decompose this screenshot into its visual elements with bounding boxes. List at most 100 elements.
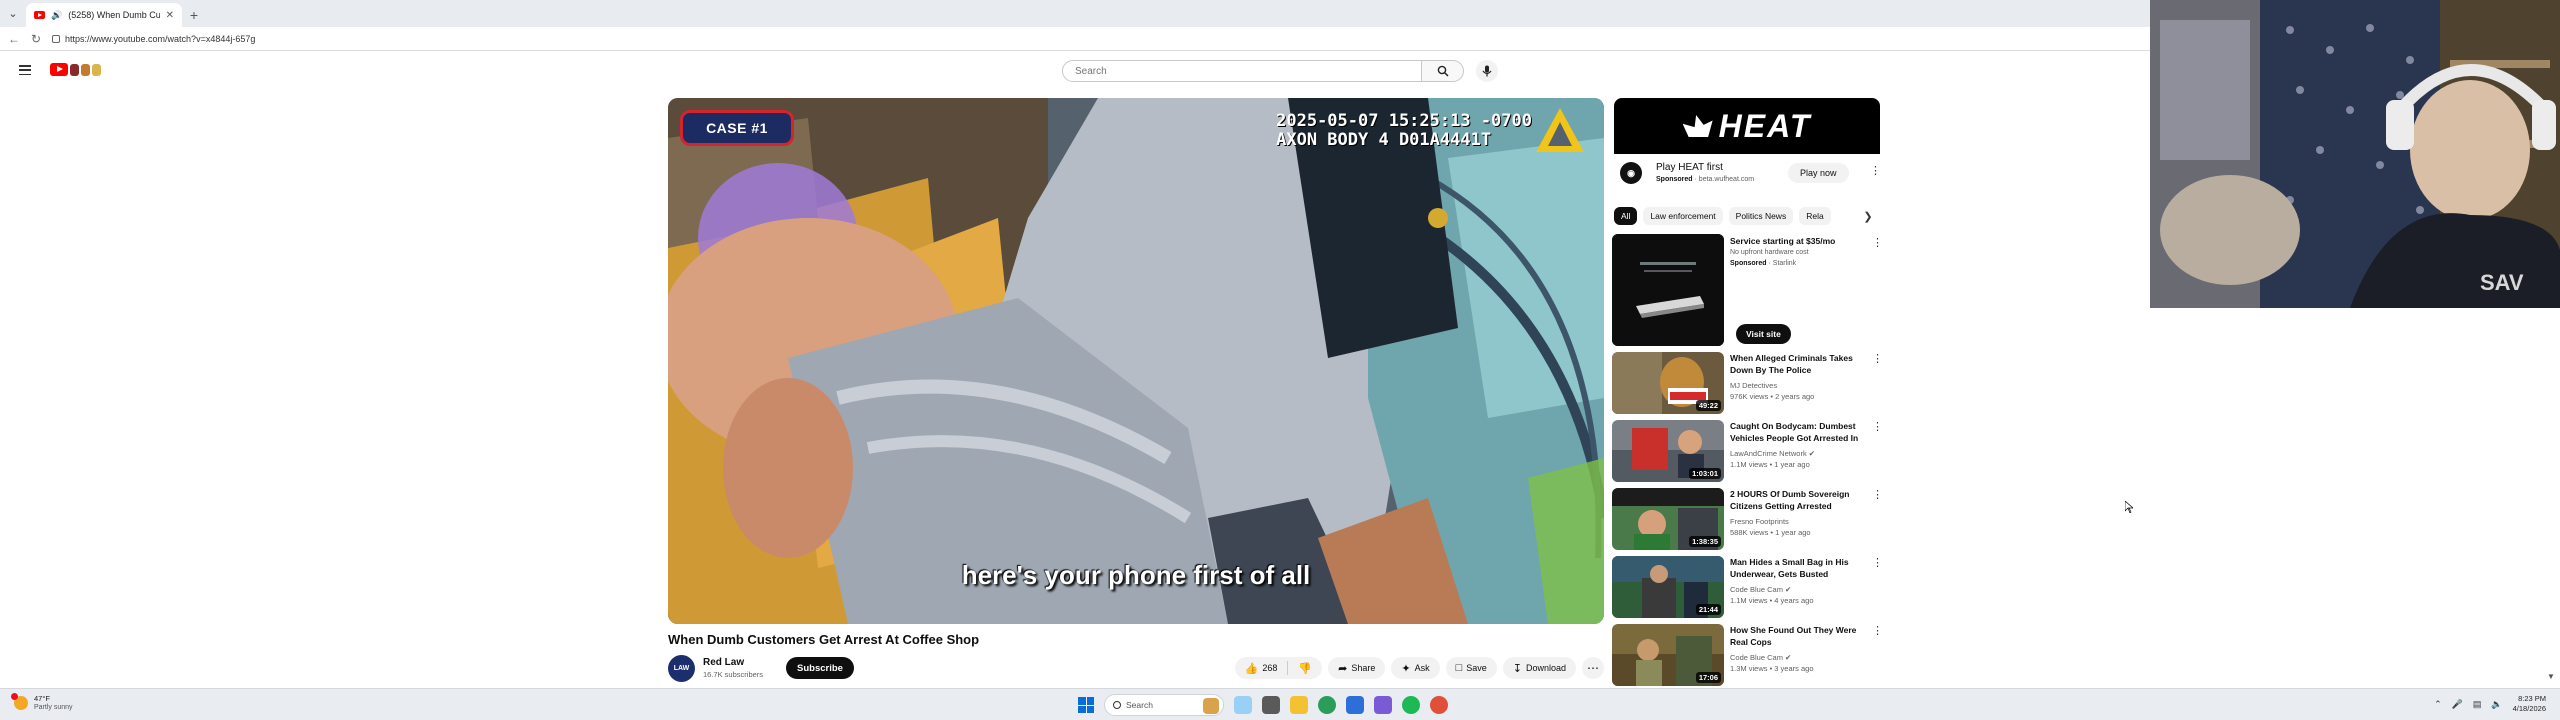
url-field[interactable]: https://www.youtube.com/watch?v=x4844j-6…: [52, 34, 255, 44]
tab-list-chevron-icon[interactable]: ⌄: [0, 0, 26, 27]
chip-all[interactable]: All: [1614, 207, 1638, 225]
more-icon[interactable]: ⋮: [1872, 488, 1883, 501]
channel-avatar[interactable]: LAW: [668, 655, 695, 682]
network-icon[interactable]: ▤: [2473, 699, 2482, 710]
download-label: Download: [1525, 663, 1566, 673]
task-view-icon[interactable]: [1262, 696, 1280, 714]
ad-more-icon[interactable]: ⋮: [1870, 164, 1881, 177]
more-icon[interactable]: ⋮: [1872, 624, 1883, 637]
taskbar-clock[interactable]: 8:23 PM 4/18/2026: [2513, 694, 2546, 714]
discord-icon[interactable]: [1374, 696, 1392, 714]
close-tab-icon[interactable]: ✕: [166, 10, 174, 21]
download-button[interactable]: ↧ Download: [1502, 657, 1576, 679]
chip-law-enforcement[interactable]: Law enforcement: [1643, 207, 1723, 225]
video-title[interactable]: Caught On Bodycam: Dumbest Vehicles Peop…: [1730, 420, 1870, 444]
weather-temp: 47°F: [34, 694, 50, 703]
copilot-icon[interactable]: [1234, 696, 1252, 714]
promo-more-icon[interactable]: ⋮: [1872, 236, 1883, 249]
microsoft-store-icon[interactable]: [1346, 696, 1364, 714]
spotify-icon[interactable]: [1402, 696, 1420, 714]
video-actions: 👍 268 👎 ➦ Share ✦ Ask □ Save ↧ Download …: [1234, 657, 1604, 679]
menu-icon[interactable]: [19, 65, 31, 75]
sparkle-icon: ✦: [1401, 662, 1411, 675]
promoted-item[interactable]: Service starting at $35/mo No upfront ha…: [1612, 234, 1883, 346]
play-now-button[interactable]: Play now: [1788, 163, 1849, 183]
axon-logo-icon: [1536, 108, 1584, 152]
tab-youtube[interactable]: 🔊 (5258) When Dumb Custome ✕: [26, 3, 182, 27]
list-item[interactable]: 1:38:35 2 HOURS Of Dumb Sovereign Citize…: [1612, 488, 1883, 550]
visit-site-button[interactable]: Visit site: [1736, 324, 1791, 344]
advertiser-avatar[interactable]: ◉: [1620, 162, 1642, 184]
video-thumbnail[interactable]: 17:06: [1612, 624, 1724, 686]
chevron-right-icon[interactable]: ❯: [1860, 208, 1876, 224]
video-player[interactable]: CASE #1 2025-05-07 15:25:13 -0700 AXON B…: [668, 98, 1604, 624]
file-explorer-icon[interactable]: [1290, 696, 1308, 714]
volume-icon[interactable]: 🔈: [2491, 699, 2502, 710]
channel-name[interactable]: Fresno Footprints: [1730, 517, 1789, 526]
taskbar-search-label: Search: [1126, 700, 1153, 710]
scroll-down-icon[interactable]: ▼: [2547, 672, 2555, 681]
voice-search-button[interactable]: [1476, 60, 1498, 82]
more-icon[interactable]: ⋮: [1872, 556, 1883, 569]
chrome-icon[interactable]: [1430, 696, 1448, 714]
video-title[interactable]: 2 HOURS Of Dumb Sovereign Citizens Getti…: [1730, 488, 1870, 512]
subscribe-button[interactable]: Subscribe: [786, 657, 854, 679]
channel-name[interactable]: Code Blue Cam ✔: [1730, 653, 1791, 662]
youtube-logo[interactable]: [50, 63, 101, 76]
weather-widget[interactable]: 47°F Partly sunny: [11, 693, 73, 712]
audio-playing-icon[interactable]: 🔊: [51, 10, 62, 21]
video-duration: 1:03:01: [1689, 468, 1721, 479]
taskbar-search[interactable]: Search: [1104, 694, 1224, 716]
chip-politics-news[interactable]: Politics News: [1728, 207, 1794, 225]
microphone-icon[interactable]: 🎤: [2452, 699, 2463, 710]
ask-button[interactable]: ✦ Ask: [1391, 657, 1440, 679]
site-info-icon[interactable]: [52, 34, 60, 43]
url-text: https://www.youtube.com/watch?v=x4844j-6…: [65, 33, 256, 44]
list-item[interactable]: 17:06 How She Found Out They Were Real C…: [1612, 624, 1883, 686]
save-label: Save: [1466, 663, 1487, 673]
search-input[interactable]: [1062, 60, 1422, 82]
video-title[interactable]: When Alleged Criminals Takes Down By The…: [1730, 352, 1870, 376]
video-title[interactable]: Man Hides a Small Bag in His Underwear, …: [1730, 556, 1870, 580]
search-button[interactable]: [1422, 60, 1464, 82]
clock-date: 4/18/2026: [2512, 704, 2546, 713]
list-item[interactable]: 1:03:01 Caught On Bodycam: Dumbest Vehic…: [1612, 420, 1883, 482]
save-button[interactable]: □ Save: [1445, 657, 1497, 679]
share-button[interactable]: ➦ Share: [1328, 657, 1386, 679]
edge-browser-icon[interactable]: [1318, 696, 1336, 714]
ad-title[interactable]: Play HEAT first: [1656, 162, 1723, 173]
more-icon[interactable]: ⋮: [1872, 352, 1883, 365]
dislike-button[interactable]: 👎: [1288, 657, 1322, 679]
webcam-feed: SAV: [2150, 0, 2560, 308]
ad-banner-text: HEAT: [1718, 107, 1812, 144]
channel-name[interactable]: Red Law: [703, 657, 744, 668]
start-button[interactable]: [1078, 697, 1094, 713]
ad-banner[interactable]: HEAT: [1614, 98, 1880, 154]
list-item[interactable]: 49:22 When Alleged Criminals Takes Down …: [1612, 352, 1883, 414]
promo-thumbnail[interactable]: [1612, 234, 1724, 346]
promo-subtitle: No upfront hardware cost: [1730, 249, 1809, 256]
chip-related[interactable]: Rela: [1799, 207, 1831, 225]
channel-name[interactable]: MJ Detectives: [1730, 381, 1777, 390]
video-caption: here's your phone first of all: [961, 560, 1311, 590]
video-thumbnail[interactable]: 1:03:01: [1612, 420, 1724, 482]
video-thumbnail[interactable]: 49:22: [1612, 352, 1724, 414]
channel-name[interactable]: LawAndCrime Network ✔: [1730, 449, 1815, 458]
chevron-up-icon[interactable]: ⌃: [2434, 699, 2442, 710]
video-thumbnail[interactable]: 21:44: [1612, 556, 1724, 618]
more-actions-icon[interactable]: ⋯: [1582, 657, 1604, 679]
promo-title[interactable]: Service starting at $35/mo: [1730, 236, 1835, 246]
new-tab-button[interactable]: +: [182, 3, 206, 27]
search-icon: [1113, 701, 1121, 709]
reload-icon[interactable]: ↻: [30, 32, 42, 46]
doodle-icon: [81, 63, 90, 76]
more-icon[interactable]: ⋮: [1872, 420, 1883, 433]
back-icon[interactable]: ←: [8, 32, 20, 46]
like-button[interactable]: 👍 268: [1235, 657, 1288, 679]
list-item[interactable]: 21:44 Man Hides a Small Bag in His Under…: [1612, 556, 1883, 618]
video-title[interactable]: How She Found Out They Were Real Cops: [1730, 624, 1870, 648]
channel-name[interactable]: Code Blue Cam ✔: [1730, 585, 1791, 594]
system-tray: ⌃ 🎤 ▤ 🔈 8:23 PM 4/18/2026: [2434, 694, 2546, 714]
video-thumbnail[interactable]: 1:38:35: [1612, 488, 1724, 550]
like-dislike-group: 👍 268 👎: [1234, 657, 1323, 679]
